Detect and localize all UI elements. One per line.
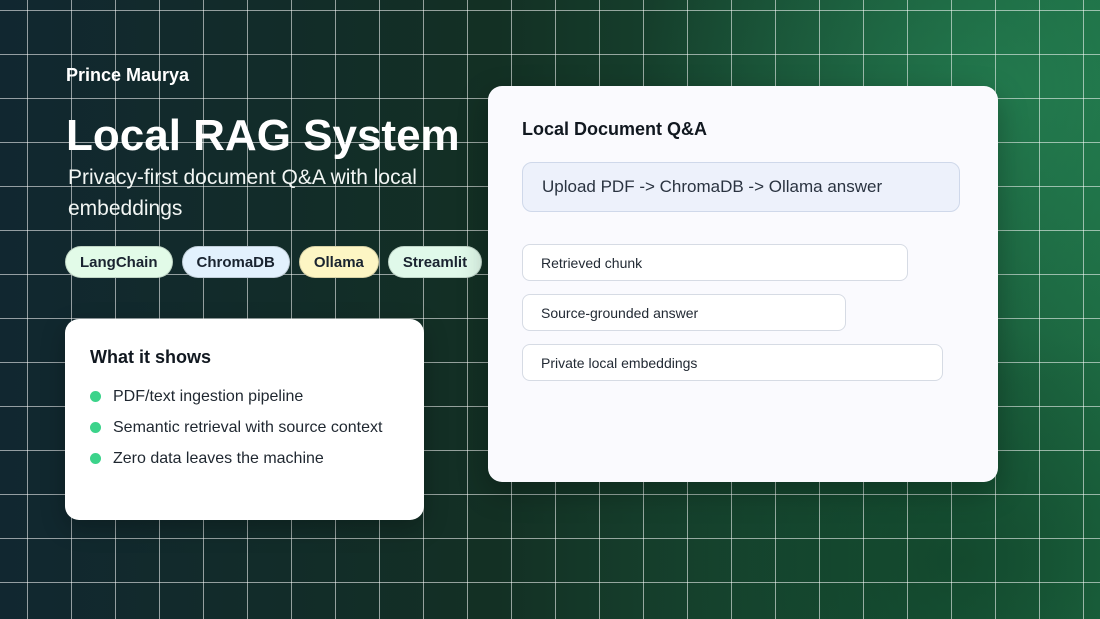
what-it-shows-list: PDF/text ingestion pipeline Semantic ret… [90, 381, 399, 474]
tag-ollama: Ollama [298, 246, 379, 278]
author-name: Prince Maurya [66, 65, 190, 85]
page-title: Local RAG System [66, 111, 460, 160]
tag-chromadb: ChromaDB [181, 246, 290, 278]
list-item: Semantic retrieval with source context [90, 412, 399, 443]
tag-streamlit: Streamlit [387, 246, 483, 278]
bullet-dot-icon [90, 391, 101, 402]
bullet-dot-icon [90, 422, 101, 433]
what-it-shows-card: What it shows PDF/text ingestion pipelin… [65, 319, 424, 520]
list-item: PDF/text ingestion pipeline [90, 381, 399, 412]
upload-query-field[interactable]: Upload PDF -> ChromaDB -> Ollama answer [522, 162, 960, 212]
bullet-dot-icon [90, 453, 101, 464]
document-qa-card: Local Document Q&A Upload PDF -> ChromaD… [488, 86, 998, 482]
tag-langchain: LangChain [65, 246, 173, 278]
qa-card-title: Local Document Q&A [522, 119, 708, 139]
result-private-embeddings: Private local embeddings [522, 344, 943, 381]
list-item-text: Zero data leaves the machine [113, 449, 324, 467]
list-item-text: Semantic retrieval with source context [113, 418, 383, 436]
what-it-shows-title: What it shows [90, 347, 211, 367]
tech-tags: LangChain ChromaDB Ollama Streamlit [65, 246, 483, 278]
list-item: Zero data leaves the machine [90, 443, 399, 474]
result-retrieved-chunk: Retrieved chunk [522, 244, 908, 281]
page-subtitle: Privacy-first document Q&A with local em… [68, 166, 417, 220]
result-source-grounded-answer: Source-grounded answer [522, 294, 846, 331]
list-item-text: PDF/text ingestion pipeline [113, 387, 304, 405]
